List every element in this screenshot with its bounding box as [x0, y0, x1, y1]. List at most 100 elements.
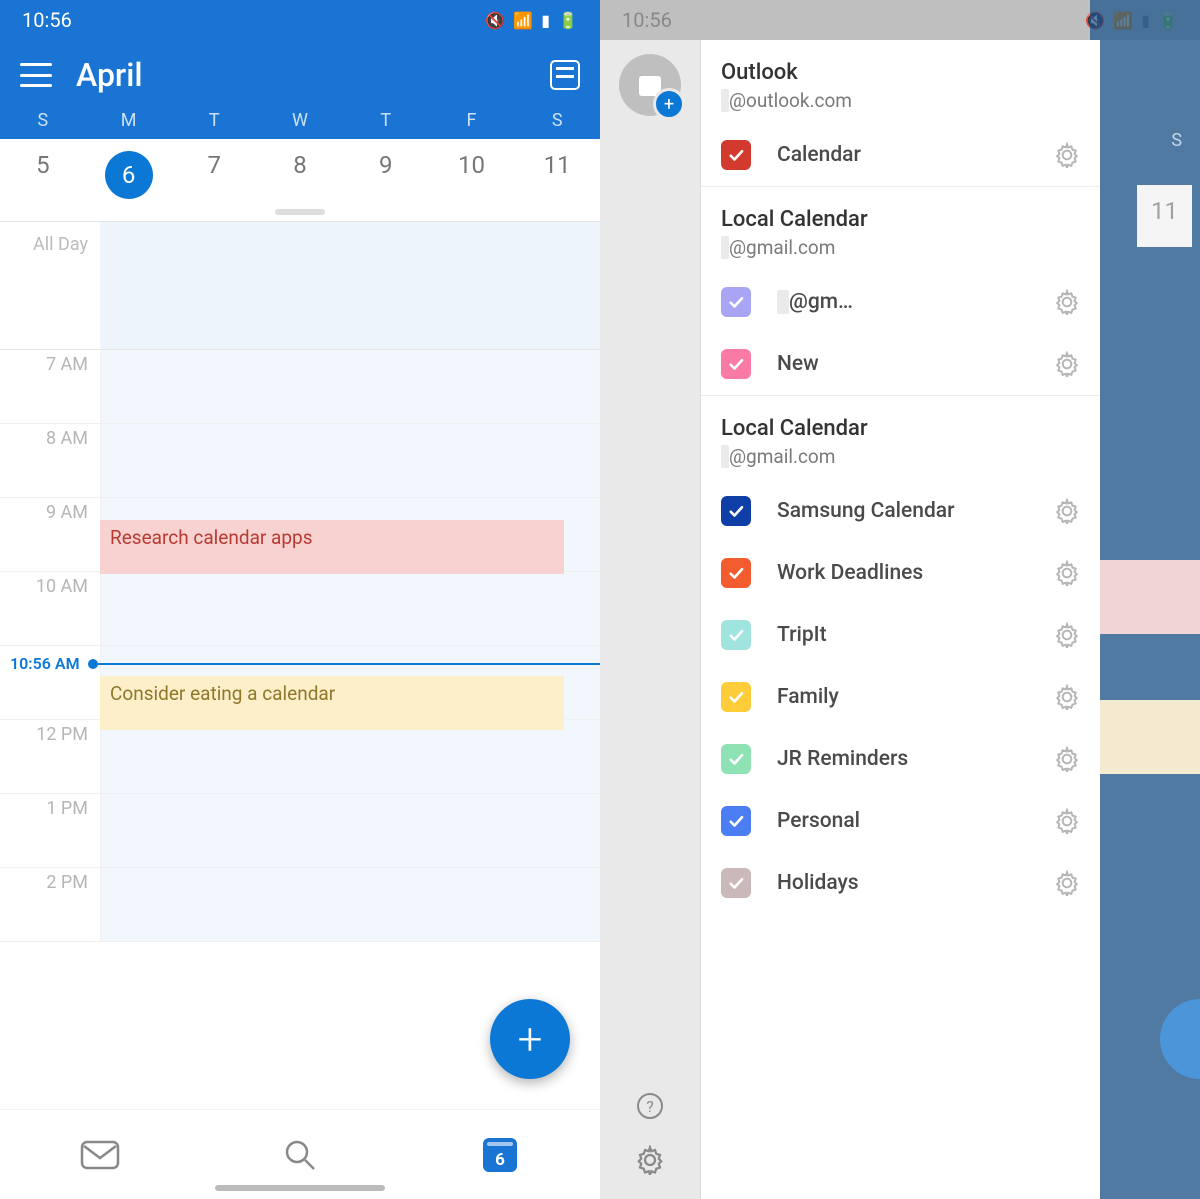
hour-row[interactable]: 12 PM	[0, 720, 600, 794]
hour-body[interactable]	[100, 794, 600, 867]
calendar-settings-button[interactable]	[1054, 142, 1080, 168]
calendar-settings-button[interactable]	[1054, 351, 1080, 377]
calendar-settings-button[interactable]	[1054, 289, 1080, 315]
calendar-checkbox[interactable]	[721, 744, 751, 774]
calendar-item[interactable]: TripIt	[701, 604, 1100, 666]
calendar-settings-button[interactable]	[1054, 808, 1080, 834]
hour-label: 10 AM	[0, 572, 100, 645]
settings-button[interactable]	[635, 1145, 665, 1175]
help-button[interactable]: ?	[635, 1091, 665, 1121]
calendar-drawer-view: 10:56 🔇 📶 ▮ 🔋 S 11 ? Outlook @outlook.co…	[600, 0, 1200, 1199]
agenda-view-button[interactable]	[550, 60, 580, 90]
account-email: @outlook.com	[721, 89, 1080, 112]
week-strip: 567891011	[0, 139, 600, 221]
status-bar: 10:56 🔇 📶 ▮ 🔋	[0, 0, 600, 40]
calendar-checkbox[interactable]	[721, 349, 751, 379]
calendar-checkbox[interactable]	[721, 620, 751, 650]
calendar-drawer-panel[interactable]: Outlook @outlook.com Calendar Local Calend…	[700, 40, 1100, 1199]
account-avatar[interactable]	[619, 54, 681, 116]
day-of-week-label: M	[86, 110, 172, 139]
tab-mail[interactable]	[0, 1140, 200, 1170]
timeline[interactable]: 7 AM8 AM9 AM10 AM 12 PM1 PM2 PM Research c…	[0, 349, 600, 949]
account-section: Local Calendar @gmail.com	[701, 186, 1100, 271]
calendar-item[interactable]: Samsung Calendar	[701, 480, 1100, 542]
hour-label: 9 AM	[0, 498, 100, 571]
calendar-event[interactable]: Consider eating a calendar	[100, 676, 564, 730]
day-of-week-label: S	[0, 110, 86, 139]
menu-button[interactable]	[20, 63, 52, 87]
calendar-settings-button[interactable]	[1054, 870, 1080, 896]
calendar-settings-button[interactable]	[1054, 560, 1080, 586]
peek-date-label: 11	[1137, 185, 1192, 247]
date-cell[interactable]: 7	[171, 151, 257, 199]
hour-row[interactable]: 1 PM	[0, 794, 600, 868]
all-day-row: All Day	[0, 221, 600, 349]
hour-body[interactable]	[100, 424, 600, 497]
hour-label: 7 AM	[0, 350, 100, 423]
account-title: Local Calendar	[721, 207, 1080, 232]
calendar-item[interactable]: Personal	[701, 790, 1100, 852]
date-cell[interactable]: 6	[86, 151, 172, 199]
search-icon	[283, 1138, 317, 1172]
gesture-handle-icon	[215, 1185, 385, 1191]
calendar-settings-button[interactable]	[1054, 622, 1080, 648]
calendar-checkbox[interactable]	[721, 682, 751, 712]
help-icon: ?	[635, 1091, 665, 1121]
calendar-settings-button[interactable]	[1054, 498, 1080, 524]
calendar-checkbox[interactable]	[721, 496, 751, 526]
calendar-checkbox[interactable]	[721, 140, 751, 170]
calendar-settings-button[interactable]	[1054, 684, 1080, 710]
calendar-item[interactable]: Holidays	[701, 852, 1100, 914]
drag-handle-icon[interactable]	[275, 209, 325, 215]
hour-body[interactable]	[100, 720, 600, 793]
calendar-item[interactable]: Work Deadlines	[701, 542, 1100, 604]
new-event-button[interactable]: +	[490, 999, 570, 1079]
hour-label: 1 PM	[0, 794, 100, 867]
day-of-week-label: S	[514, 110, 600, 139]
hour-body[interactable]	[100, 350, 600, 423]
hour-label: 2 PM	[0, 868, 100, 941]
app-header: 10:56 🔇 📶 ▮ 🔋 April SMTWTFS	[0, 0, 600, 139]
account-section: Outlook @outlook.com	[701, 40, 1100, 124]
date-cell[interactable]: 5	[0, 151, 86, 199]
calendar-checkbox[interactable]	[721, 806, 751, 836]
calendar-name: TripIt	[777, 623, 1028, 647]
hour-row[interactable]: 10 AM	[0, 572, 600, 646]
hour-row[interactable]: 8 AM	[0, 424, 600, 498]
calendar-event[interactable]: Research calendar apps	[100, 520, 564, 574]
date-cell[interactable]: 8	[257, 151, 343, 199]
all-day-label: All Day	[0, 222, 100, 349]
hour-body[interactable]	[100, 572, 600, 645]
calendar-tab-date: 6	[495, 1150, 505, 1170]
calendar-name: @gm…	[777, 290, 1028, 314]
calendar-item[interactable]: JR Reminders	[701, 728, 1100, 790]
calendar-checkbox[interactable]	[721, 287, 751, 317]
tab-calendar[interactable]: 6	[400, 1138, 600, 1172]
calendar-name: Calendar	[777, 143, 1028, 167]
calendar-checkbox[interactable]	[721, 558, 751, 588]
hour-row[interactable]: 7 AM	[0, 350, 600, 424]
hour-body[interactable]	[100, 868, 600, 941]
calendar-name: Family	[777, 685, 1028, 709]
hour-row[interactable]: 2 PM	[0, 868, 600, 942]
hour-label: 8 AM	[0, 424, 100, 497]
calendar-name: Work Deadlines	[777, 561, 1028, 585]
calendar-item[interactable]: New	[701, 333, 1100, 395]
background-peek: S 11	[1090, 0, 1200, 1199]
tab-search[interactable]	[200, 1138, 400, 1172]
status-time: 10:56	[622, 8, 672, 32]
calendar-item[interactable]: @gm…	[701, 271, 1100, 333]
month-picker[interactable]: April	[76, 56, 526, 94]
mute-icon: 🔇	[485, 11, 505, 30]
date-cell[interactable]: 10	[429, 151, 515, 199]
calendar-name: Holidays	[777, 871, 1028, 895]
day-of-week-label: F	[429, 110, 515, 139]
calendar-item[interactable]: Calendar	[701, 124, 1100, 186]
all-day-body[interactable]	[100, 222, 600, 349]
calendar-checkbox[interactable]	[721, 868, 751, 898]
date-cell[interactable]: 11	[514, 151, 600, 199]
date-cell[interactable]: 9	[343, 151, 429, 199]
calendar-settings-button[interactable]	[1054, 746, 1080, 772]
calendar-icon: 6	[483, 1138, 517, 1172]
calendar-item[interactable]: Family	[701, 666, 1100, 728]
